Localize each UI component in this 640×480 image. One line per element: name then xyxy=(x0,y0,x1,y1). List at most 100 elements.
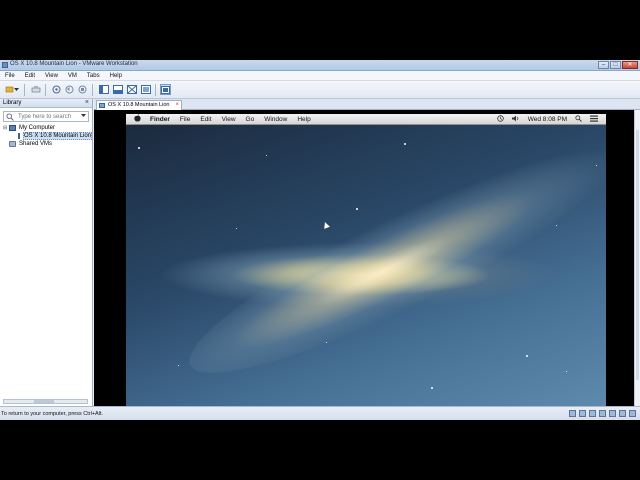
menu-vm[interactable]: VM xyxy=(68,73,77,79)
tree-item-label: My Computer xyxy=(19,125,56,131)
toolbar xyxy=(0,81,640,99)
status-bar: To return to your computer, press Ctrl+A… xyxy=(0,406,640,420)
star xyxy=(556,225,557,226)
window-title: OS X 10.8 Mountain Lion - VMware Worksta… xyxy=(10,61,138,67)
star xyxy=(404,143,406,145)
mouse-cursor-icon xyxy=(322,221,330,229)
sound-card-icon[interactable] xyxy=(609,410,616,417)
letterbox-top xyxy=(0,0,640,60)
guest-status-area: Wed 8:08 PM xyxy=(497,115,598,124)
guest-menu-window[interactable]: Window xyxy=(264,116,287,123)
guest-desktop-wallpaper[interactable] xyxy=(126,114,606,406)
device-status-icons xyxy=(569,410,636,417)
send-ctrl-alt-del-icon[interactable] xyxy=(30,84,41,95)
guest-menu-finder[interactable]: Finder xyxy=(150,116,170,123)
message-log-icon[interactable] xyxy=(629,410,636,417)
display-icon[interactable] xyxy=(619,410,626,417)
dropdown-icon[interactable] xyxy=(13,84,19,95)
scrollbar-thumb[interactable] xyxy=(34,400,54,403)
tab-vm[interactable]: OS X 10.8 Mountain Lion × xyxy=(96,100,182,110)
usb-controller-icon[interactable] xyxy=(599,410,606,417)
menu-help[interactable]: Help xyxy=(110,73,122,79)
galaxy-wallpaper-band xyxy=(170,114,606,406)
star xyxy=(178,365,179,366)
window-controls: – □ ✕ xyxy=(598,61,638,69)
vmware-window: OS X 10.8 Mountain Lion - VMware Worksta… xyxy=(0,60,640,420)
search-icon xyxy=(6,113,14,123)
toolbar-separator xyxy=(155,84,156,96)
chevron-down-icon[interactable] xyxy=(81,113,86,120)
tree-item-label: Shared VMs xyxy=(19,141,53,147)
cd-dvd-icon[interactable] xyxy=(579,410,586,417)
toolbar-separator xyxy=(92,84,93,96)
library-close-icon[interactable]: × xyxy=(85,99,89,106)
scrollbar-thumb[interactable] xyxy=(636,130,639,380)
console-vertical-scrollbar[interactable] xyxy=(634,110,640,406)
toolbar-separator xyxy=(45,84,46,96)
library-tree: ⊟ My Computer OS X 10.8 Mountain Lion Sh… xyxy=(3,124,93,148)
menu-tabs[interactable]: Tabs xyxy=(87,73,100,79)
guest-menu-edit[interactable]: Edit xyxy=(200,116,211,123)
library-horizontal-scrollbar[interactable] xyxy=(3,399,88,404)
star xyxy=(236,228,237,229)
guest-menu-bar: Finder File Edit View Go Window Help Wed… xyxy=(126,114,606,125)
tree-item-label: OS X 10.8 Mountain Lion xyxy=(23,132,93,140)
star xyxy=(526,355,528,357)
library-search-input[interactable]: Type here to search xyxy=(3,111,89,122)
tab-label: OS X 10.8 Mountain Lion xyxy=(108,102,170,108)
search-placeholder: Type here to search xyxy=(18,114,72,120)
library-header: Library × xyxy=(0,99,92,108)
view-library-icon[interactable] xyxy=(98,84,109,95)
title-bar: OS X 10.8 Mountain Lion - VMware Worksta… xyxy=(0,60,640,71)
vmware-app-icon xyxy=(2,62,8,68)
hard-disk-icon[interactable] xyxy=(569,410,576,417)
tab-strip: OS X 10.8 Mountain Lion × xyxy=(94,99,640,110)
unity-icon[interactable] xyxy=(140,84,151,95)
menu-file[interactable]: File xyxy=(5,73,15,79)
view-console-icon[interactable] xyxy=(112,84,123,95)
library-title: Library xyxy=(3,100,22,106)
guest-menu-file[interactable]: File xyxy=(180,116,190,123)
tree-item-vm[interactable]: OS X 10.8 Mountain Lion xyxy=(3,132,93,140)
star xyxy=(566,371,567,372)
vm-icon xyxy=(18,133,20,139)
volume-icon[interactable] xyxy=(511,115,520,124)
notification-center-icon[interactable] xyxy=(590,115,598,124)
guest-menu-help[interactable]: Help xyxy=(297,116,310,123)
library-panel: Library × Type here to search ⊟ My Compu… xyxy=(0,99,93,406)
letterbox-bottom xyxy=(0,420,640,480)
star xyxy=(266,155,267,156)
star xyxy=(356,208,358,210)
vm-tab-icon xyxy=(99,103,105,108)
vm-console[interactable]: Finder File Edit View Go Window Help Wed… xyxy=(94,110,640,406)
guest-menu-view[interactable]: View xyxy=(222,116,236,123)
network-adapter-icon[interactable] xyxy=(589,410,596,417)
close-button[interactable]: ✕ xyxy=(622,61,638,69)
stretch-icon[interactable] xyxy=(160,84,171,95)
snapshot-manager-icon[interactable] xyxy=(77,84,88,95)
minimize-button[interactable]: – xyxy=(598,61,609,69)
star xyxy=(431,387,433,389)
tab-close-icon[interactable]: × xyxy=(175,101,179,110)
maximize-button[interactable]: □ xyxy=(610,61,621,69)
menu-view[interactable]: View xyxy=(45,73,58,79)
star xyxy=(596,165,597,166)
star xyxy=(138,147,140,149)
time-machine-icon[interactable] xyxy=(497,115,504,124)
toolbar-separator xyxy=(24,84,25,96)
star xyxy=(326,342,327,343)
tree-item-shared-vms[interactable]: Shared VMs xyxy=(3,140,91,148)
menu-edit[interactable]: Edit xyxy=(25,73,35,79)
tree-item-my-computer[interactable]: ⊟ My Computer xyxy=(3,124,91,132)
guest-screen[interactable]: Finder File Edit View Go Window Help Wed… xyxy=(126,114,606,406)
clock[interactable]: Wed 8:08 PM xyxy=(528,116,567,123)
snapshot-revert-icon[interactable] xyxy=(64,84,75,95)
guest-menu-go[interactable]: Go xyxy=(246,116,255,123)
menu-bar: File Edit View VM Tabs Help xyxy=(0,71,640,81)
snapshot-take-icon[interactable] xyxy=(51,84,62,95)
apple-icon[interactable] xyxy=(134,114,141,124)
shared-vms-icon xyxy=(9,141,16,147)
status-message: To return to your computer, press Ctrl+A… xyxy=(1,411,103,417)
fullscreen-icon[interactable] xyxy=(126,84,137,95)
spotlight-icon[interactable] xyxy=(575,115,582,124)
